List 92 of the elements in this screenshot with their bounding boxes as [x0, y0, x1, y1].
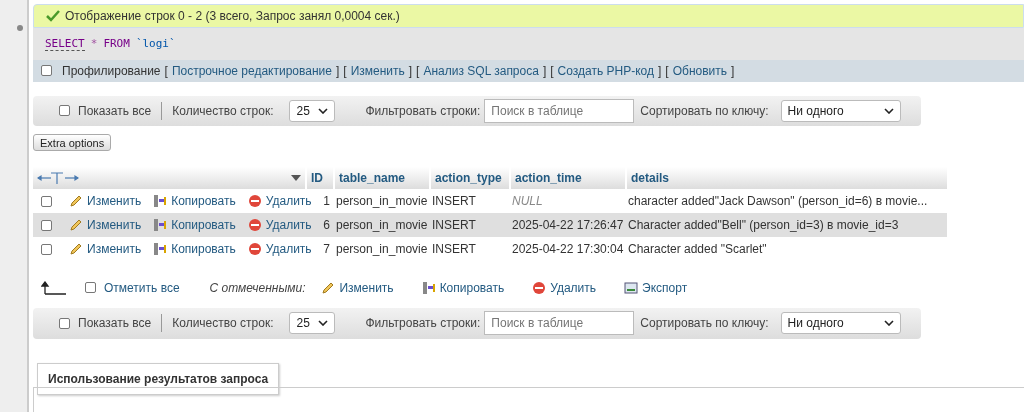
bracket: ]	[542, 63, 547, 78]
query-results-legend: Использование результатов запроса	[37, 362, 280, 395]
action-link[interactable]: Создать PHP-код	[557, 63, 654, 78]
checkbox[interactable]	[59, 317, 70, 329]
checkbox[interactable]	[41, 65, 52, 77]
row-action-link[interactable]: Изменить	[69, 194, 142, 209]
copy-icon	[153, 242, 168, 257]
rows-count-select[interactable]: 25	[289, 99, 336, 122]
delete-icon	[532, 280, 547, 295]
action-link[interactable]: Изменить	[350, 63, 405, 78]
pencil-icon	[321, 280, 336, 295]
bulk-action-link[interactable]: Экспорт	[624, 280, 688, 295]
sql-keyword: FROM	[103, 37, 130, 51]
check-icon	[46, 9, 60, 22]
row-action-link[interactable]: Копировать	[153, 242, 236, 257]
copy-icon	[153, 218, 168, 233]
bracket: [	[416, 63, 420, 78]
delete-icon	[247, 218, 262, 233]
table-cell-text: 2025-04-22 17:30:04	[511, 242, 625, 257]
column-resize-icon[interactable]	[37, 171, 79, 186]
row-action-link[interactable]: Удалить	[247, 242, 312, 257]
row-action-link[interactable]: Копировать	[153, 218, 236, 233]
sort-key-select[interactable]: Ни одного	[780, 312, 901, 335]
row-action-link[interactable]: Удалить	[247, 218, 312, 233]
sql-table-name: `logi`	[135, 37, 176, 51]
chevron-down-icon	[883, 320, 894, 327]
checkbox[interactable]	[41, 243, 52, 255]
show-all-label: Показать все	[78, 316, 152, 331]
table-cell-text: character added"Jack Dawson" (person_id=6) в movie...	[627, 194, 929, 209]
row-action-link[interactable]: Копировать	[153, 194, 236, 209]
chevron-down-icon	[318, 107, 329, 114]
table-cell-text: Character added "Scarlet"	[627, 242, 768, 257]
checkbox[interactable]	[85, 282, 96, 294]
success-message: Отображение строк 0 - 2 (3 всего, Запрос занял 0,0004 сек.)	[65, 8, 400, 23]
bracket: ]	[408, 63, 413, 78]
table-cell-text: person_in_movie	[335, 218, 429, 233]
table-cell-text: NULL	[511, 194, 544, 209]
bulk-action-link[interactable]: Удалить	[532, 280, 597, 295]
row-action-link[interactable]: Удалить	[247, 194, 312, 209]
pencil-icon	[69, 218, 83, 233]
table-cell-text: INSERT	[431, 242, 477, 257]
table-cell-text: 2025-04-22 17:26:47	[511, 218, 625, 233]
table-cell-text: INSERT	[431, 194, 477, 209]
pencil-icon	[69, 242, 83, 257]
table-cell-text: INSERT	[431, 218, 477, 233]
rows-count-label: Количество строк:	[172, 103, 274, 118]
export-icon	[624, 280, 639, 295]
sort-by-key-label: Сортировать по ключу:	[640, 316, 769, 331]
bracket: ]	[731, 63, 735, 78]
sort-by-key-label: Сортировать по ключу:	[640, 103, 769, 118]
sql-operator: *	[90, 37, 98, 51]
bracket: ]	[335, 63, 340, 78]
with-selected-label: С отмеченными:	[209, 280, 306, 295]
sort-caret-icon[interactable]	[291, 175, 301, 182]
bracket: [	[550, 63, 554, 78]
rows-count-label: Количество строк:	[172, 316, 274, 331]
extra-options-button[interactable]: Extra options	[33, 133, 112, 152]
sql-keyword: SELECT	[45, 36, 85, 51]
corner-arrow-icon	[41, 280, 67, 295]
search-field[interactable]: Поиск в таблице	[484, 311, 635, 336]
chevron-down-icon	[318, 320, 329, 327]
filter-rows-label: Фильтровать строки:	[365, 316, 481, 331]
action-link[interactable]: Построчное редактирование	[171, 63, 332, 78]
action-link[interactable]: Обновить	[672, 63, 728, 78]
sort-key-select[interactable]: Ни одного	[780, 99, 901, 122]
search-field[interactable]: Поиск в таблице	[484, 98, 635, 123]
action-link[interactable]: Анализ SQL запроса	[423, 63, 539, 78]
bracket: [	[164, 63, 168, 78]
chevron-down-icon	[883, 107, 894, 114]
bulk-action-link[interactable]: Изменить	[321, 280, 394, 295]
bracket: [	[665, 63, 669, 78]
row-action-link[interactable]: Изменить	[69, 242, 142, 257]
pencil-icon	[69, 194, 83, 209]
bracket: ]	[658, 63, 662, 78]
table-cell-text: person_in_movie	[335, 242, 429, 257]
checkbox[interactable]	[41, 219, 52, 231]
row-action-link[interactable]: Изменить	[69, 218, 142, 233]
check-all-link[interactable]: Отметить все	[104, 280, 180, 295]
delete-icon	[247, 242, 262, 257]
copy-icon	[153, 194, 168, 209]
checkbox[interactable]	[59, 105, 70, 117]
bracket: [	[343, 63, 347, 78]
delete-icon	[247, 194, 262, 209]
checkbox[interactable]	[41, 195, 52, 207]
bulk-action-link[interactable]: Копировать	[421, 280, 505, 295]
copy-icon	[421, 280, 436, 295]
rows-count-select[interactable]: 25	[289, 312, 336, 335]
profiling-label: Профилирование	[62, 63, 161, 78]
table-cell-text: person_in_movie	[335, 194, 429, 209]
table-cell-text: Character added"Bell" (person_id=3) в movie_id=3	[627, 218, 900, 233]
filter-rows-label: Фильтровать строки:	[365, 103, 481, 118]
show-all-label: Показать все	[78, 103, 152, 118]
